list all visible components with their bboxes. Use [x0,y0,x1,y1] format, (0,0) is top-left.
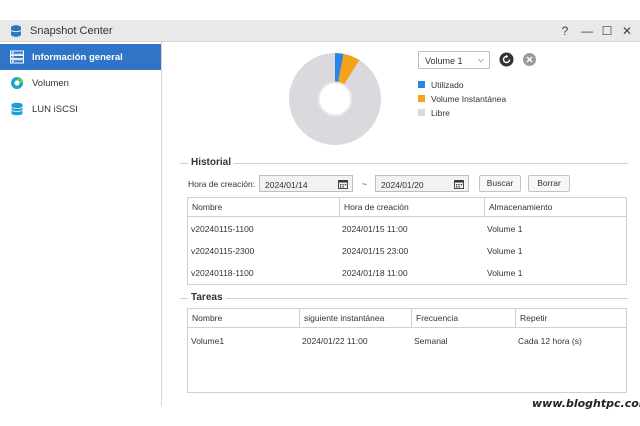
cell-storage: Volume 1 [487,268,523,278]
title-bar: Snapshot Center ? — ☐ ✕ [0,20,640,42]
legend-swatch [418,109,425,116]
table-row[interactable]: Volume1 2024/01/22 11:00 Semanal Cada 12… [188,330,626,352]
sidebar-item-label: Información general [32,52,123,63]
date-to-value: 2024/01/20 [381,180,424,190]
tasks-title: Tareas [188,292,226,303]
remove-icon[interactable] [522,52,537,67]
chevron-down-icon: ⌵ [477,55,484,64]
cell-repeat: Cada 12 hora (s) [518,336,582,346]
search-button[interactable]: Buscar [479,175,521,192]
sidebar: Información general Volumen LUN iSCSI [0,42,162,406]
legend-swatch [418,95,425,102]
sidebar-item-lun-iscsi[interactable]: LUN iSCSI [0,96,161,122]
legend-label: Volume Instantánea [431,94,507,104]
calendar-icon[interactable] [338,179,348,189]
table-row[interactable]: v20240115-2300 2024/01/15 23:00 Volume 1 [188,240,626,262]
window-title: Snapshot Center [30,25,113,37]
refresh-icon[interactable] [499,52,514,67]
date-range-separator: ~ [362,179,367,189]
history-divider [180,163,628,164]
legend-swatch [418,81,425,88]
column-header[interactable]: Nombre [188,309,299,328]
volume-select-value: Volume 1 [425,56,463,66]
cell-creation-time: 2024/01/15 23:00 [342,246,409,256]
history-title: Historial [188,157,235,168]
sidebar-item-overview[interactable]: Información general [0,44,161,70]
help-button[interactable]: ? [558,23,572,39]
history-table: Nombre Hora de creación Almacenamiento v… [187,197,627,285]
column-header[interactable]: Frecuencia [411,309,515,328]
column-header[interactable]: siguiente instantánea [299,309,411,328]
cell-name: v20240115-2300 [191,246,255,256]
lun-icon [11,102,23,116]
cell-storage: Volume 1 [487,246,523,256]
column-header[interactable]: Almacenamiento [484,198,627,217]
close-button[interactable]: ✕ [620,23,634,39]
volume-icon [11,77,23,89]
cell-name: v20240115-1100 [191,224,254,234]
tasks-table: Nombre siguiente instantánea Frecuencia … [187,308,627,393]
column-header[interactable]: Repetir [515,309,627,328]
calendar-icon[interactable] [454,179,464,189]
date-to-input[interactable]: 2024/01/20 [375,175,469,192]
cell-frequency: Semanal [414,336,448,346]
sidebar-item-label: Volumen [32,78,69,89]
watermark: www.bloghtpc.com [532,397,640,410]
tasks-divider [180,298,628,299]
sidebar-item-volumen[interactable]: Volumen [0,70,161,96]
clear-button[interactable]: Borrar [528,175,570,192]
table-row[interactable]: v20240115-1100 2024/01/15 11:00 Volume 1 [188,218,626,240]
cell-next-snapshot: 2024/01/22 11:00 [302,336,368,346]
main-panel: Volume 1 ⌵ Utilizado Volume Instantánea … [162,42,640,406]
minimize-button[interactable]: — [580,23,594,39]
cell-creation-time: 2024/01/15 11:00 [342,224,408,234]
storage-donut-chart [289,53,381,145]
creation-time-label: Hora de creación: [188,179,256,189]
column-header[interactable]: Nombre [188,198,339,217]
date-from-value: 2024/01/14 [265,180,308,190]
table-row[interactable]: v20240118-1100 2024/01/18 11:00 Volume 1 [188,262,626,284]
overview-icon [10,50,24,64]
cell-storage: Volume 1 [487,224,523,234]
maximize-button[interactable]: ☐ [600,23,614,39]
legend-label: Libre [431,108,450,118]
app-logo-icon [10,25,22,37]
tasks-table-header: Nombre siguiente instantánea Frecuencia … [188,309,626,328]
cell-name: Volume1 [191,336,225,346]
history-table-header: Nombre Hora de creación Almacenamiento [188,198,626,217]
legend-label: Utilizado [431,80,464,90]
volume-select[interactable]: Volume 1 ⌵ [418,51,490,69]
cell-name: v20240118-1100 [191,268,254,278]
date-from-input[interactable]: 2024/01/14 [259,175,353,192]
sidebar-item-label: LUN iSCSI [32,104,78,115]
cell-creation-time: 2024/01/18 11:00 [342,268,408,278]
column-header[interactable]: Hora de creación [339,198,484,217]
donut-center [319,83,351,115]
